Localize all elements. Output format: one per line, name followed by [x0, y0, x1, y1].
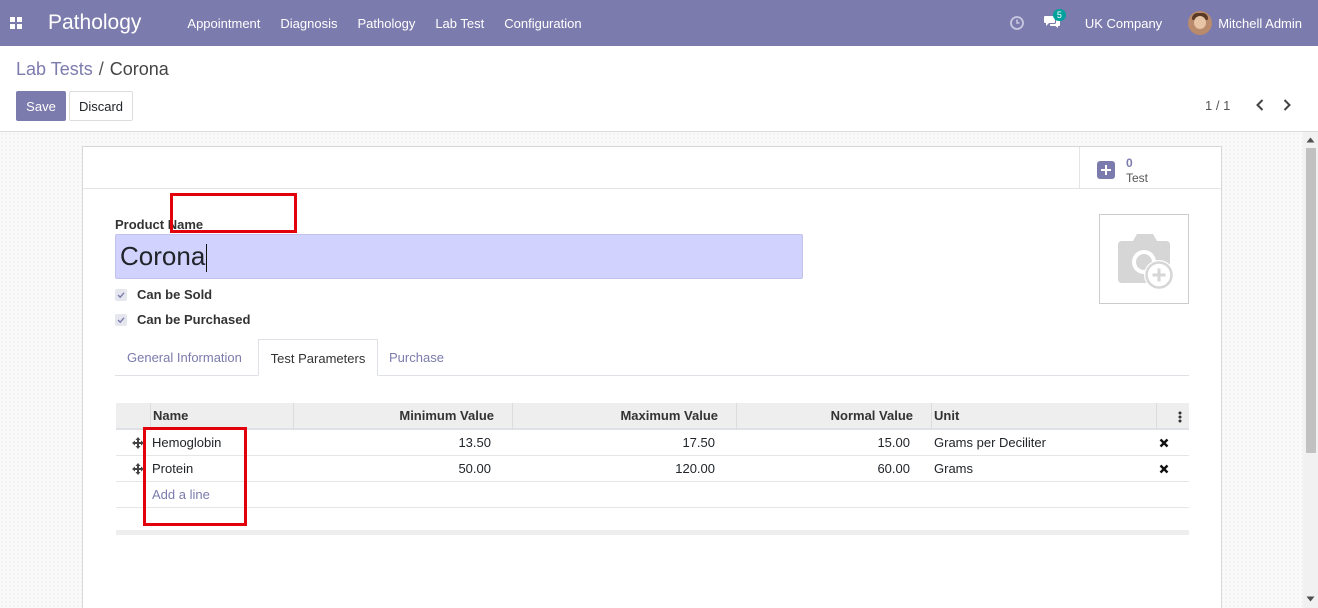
- cell-maximum-value[interactable]: 17.50: [516, 430, 715, 456]
- breadcrumb: Lab Tests / Corona: [16, 59, 169, 80]
- menu-item-diagnosis[interactable]: Diagnosis: [280, 16, 337, 31]
- check-icon: [117, 316, 125, 323]
- form-sheet: 0 Test Product Name Corona Can be Sold C…: [82, 146, 1222, 608]
- test-count-button[interactable]: 0 Test: [1079, 147, 1221, 189]
- drag-handle-icon[interactable]: [132, 437, 144, 449]
- can-be-purchased-label: Can be Purchased: [137, 312, 251, 327]
- chat-count-badge: 5: [1052, 9, 1066, 21]
- notebook-tabs: General Information Test Parameters Purc…: [115, 339, 1189, 376]
- test-count-label: Test: [1126, 171, 1149, 185]
- column-header-name[interactable]: Name: [153, 403, 188, 430]
- check-icon: [117, 291, 125, 298]
- scroll-down-arrow-icon[interactable]: [1306, 596, 1315, 602]
- table-row[interactable]: Hemoglobin 13.50 17.50 15.00 Grams per D…: [116, 430, 1189, 456]
- cell-unit[interactable]: Grams: [934, 456, 973, 482]
- menu-item-lab-test[interactable]: Lab Test: [435, 16, 484, 31]
- column-header-unit[interactable]: Unit: [934, 403, 959, 430]
- clock-icon[interactable]: [1009, 15, 1025, 31]
- cell-name[interactable]: Protein: [152, 456, 193, 482]
- add-line-row: Add a line: [116, 482, 1189, 508]
- plus-square-icon: [1097, 161, 1115, 179]
- cell-maximum-value[interactable]: 120.00: [516, 456, 715, 482]
- breadcrumb-lab-tests[interactable]: Lab Tests: [16, 59, 93, 79]
- menu-item-configuration[interactable]: Configuration: [504, 16, 581, 31]
- cell-minimum-value[interactable]: 13.50: [296, 430, 491, 456]
- product-name-input[interactable]: Corona: [115, 234, 803, 279]
- button-box: 0 Test: [83, 147, 1221, 189]
- breadcrumb-current: Corona: [109, 59, 169, 79]
- navbar-systray: 5 UK Company Mitchell Admin: [1009, 0, 1318, 46]
- product-name-value: Corona: [120, 241, 206, 271]
- chevron-left-icon[interactable]: [1253, 97, 1267, 113]
- text-caret: [206, 244, 208, 273]
- column-header-maximum-value[interactable]: Maximum Value: [516, 403, 718, 430]
- table-row[interactable]: Protein 50.00 120.00 60.00 Grams: [116, 456, 1189, 482]
- company-switcher[interactable]: UK Company: [1085, 16, 1162, 31]
- tab-test-parameters[interactable]: Test Parameters: [258, 339, 378, 376]
- can-be-sold-row: Can be Sold: [115, 287, 212, 302]
- can-be-purchased-checkbox[interactable]: [115, 313, 127, 326]
- can-be-sold-checkbox[interactable]: [115, 288, 127, 301]
- save-button[interactable]: Save: [16, 91, 66, 121]
- pager-value[interactable]: 1 / 1: [1205, 98, 1230, 113]
- cell-normal-value[interactable]: 15.00: [740, 430, 910, 456]
- messages-menu[interactable]: 5: [1043, 9, 1066, 32]
- delete-row-icon[interactable]: [1159, 464, 1169, 474]
- camera-plus-icon: [1118, 234, 1174, 290]
- discard-button[interactable]: Discard: [69, 91, 133, 121]
- app-title: Pathology: [48, 11, 142, 34]
- cell-minimum-value[interactable]: 50.00: [296, 456, 491, 482]
- cell-name[interactable]: Hemoglobin: [152, 430, 221, 456]
- scrollbar-thumb[interactable]: [1306, 148, 1316, 453]
- can-be-purchased-row: Can be Purchased: [115, 312, 250, 327]
- can-be-sold-label: Can be Sold: [137, 287, 213, 302]
- column-header-minimum-value[interactable]: Minimum Value: [296, 403, 494, 430]
- column-options-icon[interactable]: [1178, 411, 1182, 423]
- tab-purchase[interactable]: Purchase: [389, 339, 444, 376]
- menu-item-appointment[interactable]: Appointment: [187, 16, 260, 31]
- scroll-up-arrow-icon[interactable]: [1306, 137, 1315, 143]
- breadcrumb-separator: /: [98, 59, 104, 79]
- product-name-label: Product Name: [115, 217, 204, 232]
- test-parameters-table: Name Minimum Value Maximum Value Normal …: [116, 403, 1189, 535]
- cell-normal-value[interactable]: 60.00: [740, 456, 910, 482]
- main-menu: Appointment Diagnosis Pathology Lab Test…: [187, 16, 601, 31]
- test-count-value: 0: [1126, 156, 1133, 170]
- top-navbar: Pathology Appointment Diagnosis Patholog…: [0, 0, 1318, 46]
- chevron-right-icon[interactable]: [1280, 97, 1294, 113]
- apps-grid-icon[interactable]: [0, 0, 32, 46]
- add-line-link[interactable]: Add a line: [152, 482, 210, 508]
- avatar[interactable]: [1188, 11, 1213, 35]
- column-header-normal-value[interactable]: Normal Value: [740, 403, 913, 430]
- tab-general-information[interactable]: General Information: [127, 339, 242, 376]
- drag-handle-icon[interactable]: [132, 463, 144, 475]
- menu-item-pathology[interactable]: Pathology: [358, 16, 416, 31]
- table-footer: [116, 508, 1189, 535]
- user-menu[interactable]: Mitchell Admin: [1218, 16, 1302, 31]
- product-image-upload[interactable]: [1099, 214, 1189, 304]
- table-header: Name Minimum Value Maximum Value Normal …: [116, 403, 1189, 430]
- delete-row-icon[interactable]: [1159, 438, 1169, 448]
- cell-unit[interactable]: Grams per Deciliter: [934, 430, 1046, 456]
